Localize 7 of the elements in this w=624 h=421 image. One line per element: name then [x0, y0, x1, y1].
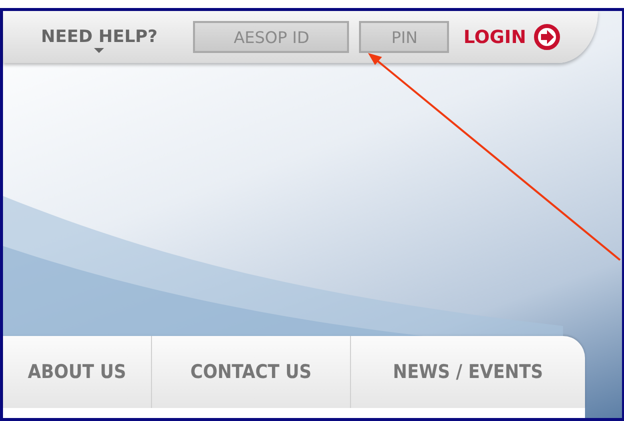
caret-icon — [94, 48, 104, 53]
arrow-circle-icon — [534, 24, 560, 50]
nav-tab[interactable]: NEWS / EVENTS — [351, 336, 585, 408]
aesop-id-field[interactable]: AESOP ID — [193, 21, 350, 53]
need-help-menu[interactable]: NEED HELP? — [29, 27, 170, 53]
login-button[interactable]: LOGIN — [459, 24, 564, 50]
pin-field[interactable]: PIN — [359, 21, 450, 53]
